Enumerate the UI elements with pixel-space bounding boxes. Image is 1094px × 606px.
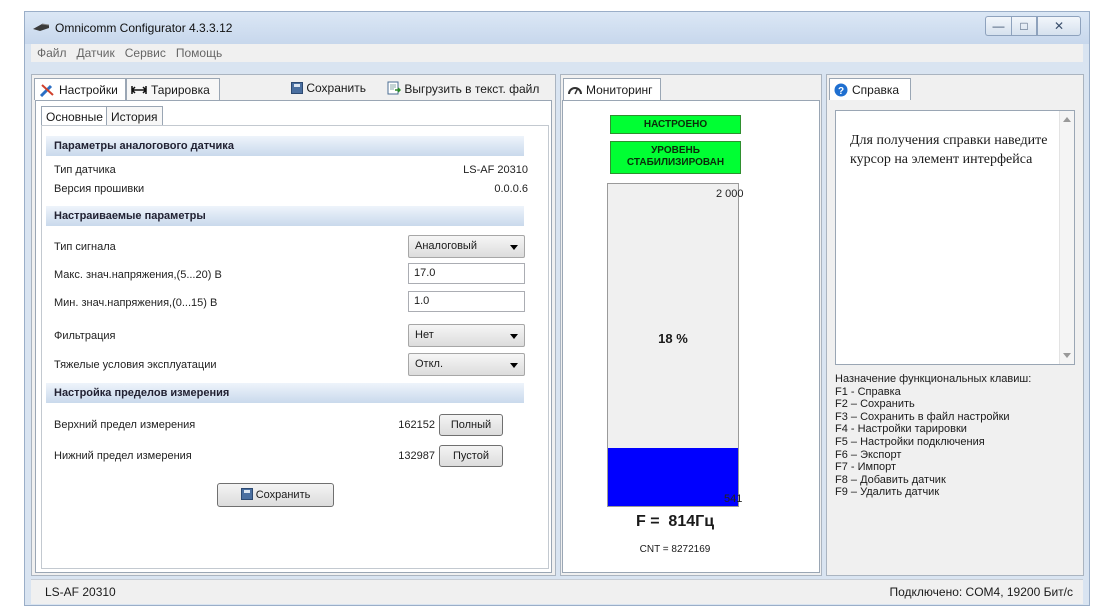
chevron-up-icon[interactable]	[1063, 117, 1071, 122]
signal-type-label: Тип сигнала	[54, 241, 116, 253]
min-voltage-label: Мин. знач.напряжения,(0...15) В	[54, 297, 218, 309]
settings-panel: Настройки Тарировка Сохранить Выгрузить …	[31, 74, 556, 576]
cnt-readout: CNT = 8272169	[639, 544, 711, 555]
tab-settings[interactable]: Настройки	[34, 78, 126, 100]
toolbar-export[interactable]: Выгрузить в текст. файл	[387, 81, 539, 96]
min-voltage-input[interactable]: 1.0	[408, 291, 525, 312]
full-button[interactable]: Полный	[439, 414, 503, 436]
filtration-select[interactable]: Нет	[408, 324, 525, 347]
signal-type-value: Аналоговый	[415, 240, 477, 252]
app-logo-icon	[33, 23, 50, 31]
sensor-type-label: Тип датчика	[54, 164, 116, 176]
title-bar[interactable]: Omnicomm Configurator 4.3.3.12 — □ ✕	[25, 12, 1089, 44]
tab-help[interactable]: ? Справка	[829, 78, 911, 100]
menu-bar: Файл Датчик Сервис Помощь	[31, 44, 1083, 62]
subtab-main[interactable]: Основные	[41, 106, 108, 126]
tab-calibration[interactable]: Тарировка	[126, 78, 220, 100]
upper-limit-label: Верхний предел измерения	[54, 419, 196, 431]
floppy-icon	[291, 82, 303, 94]
empty-button[interactable]: Пустой	[439, 445, 503, 467]
chevron-down-icon[interactable]	[1063, 353, 1071, 358]
save-button-label: Сохранить	[255, 489, 311, 501]
upper-limit-value: 162152	[398, 419, 435, 431]
heavy-conditions-value: Откл.	[415, 358, 444, 370]
lower-limit-label: Нижний предел измерения	[54, 450, 192, 462]
lower-limit-value: 132987	[398, 450, 435, 462]
key-f7: F7 - Импорт	[835, 461, 897, 474]
subtab-history[interactable]: История	[106, 106, 163, 126]
chevron-down-icon	[510, 363, 518, 368]
tab-help-label: Справка	[852, 82, 900, 97]
heavy-conditions-label: Тяжелые условия эксплуатации	[54, 359, 217, 371]
help-scrollbar[interactable]	[1059, 111, 1074, 364]
key-f9: F9 – Удалить датчик	[835, 486, 940, 499]
menu-help[interactable]: Помощь	[176, 44, 222, 62]
app-window: Omnicomm Configurator 4.3.3.12 — □ ✕ Фай…	[24, 11, 1090, 606]
floppy-icon	[240, 488, 253, 500]
tab-calibration-label: Тарировка	[151, 82, 210, 97]
key-f4: F4 - Настройки тарировки	[835, 423, 967, 436]
status-level-line2: СТАБИЛИЗИРОВАН	[626, 157, 725, 168]
status-level-line1: УРОВЕНЬ	[651, 145, 700, 156]
svg-text:?: ?	[838, 86, 844, 97]
key-f2: F2 – Сохранить	[835, 398, 915, 411]
toolbar-save-label: Сохранить	[306, 81, 366, 95]
key-f1: F1 - Справка	[835, 385, 901, 398]
level-gauge-fill	[608, 448, 738, 506]
status-bar: LS-AF 20310 Подключено: COM4, 19200 Бит/…	[31, 579, 1083, 604]
section-tunable-params: Настраиваемые параметры	[46, 206, 524, 226]
chevron-down-icon	[510, 334, 518, 339]
close-button[interactable]: ✕	[1037, 16, 1081, 36]
scale-min-label: 541	[724, 493, 743, 505]
help-text: Для получения справки наведите курсор на…	[850, 133, 1048, 167]
status-sensor: LS-AF 20310	[45, 585, 116, 599]
help-icon: ?	[834, 83, 848, 97]
minimize-button[interactable]: —	[985, 16, 1011, 36]
chevron-down-icon	[510, 245, 518, 250]
frequency-readout: F = 814Гц	[635, 513, 715, 530]
help-panel: ? Справка Для получения справки наведите…	[826, 74, 1084, 576]
tab-monitoring[interactable]: Мониторинг	[563, 78, 661, 100]
menu-sensor[interactable]: Датчик	[77, 44, 115, 62]
maximize-button[interactable]: □	[1011, 16, 1037, 36]
menu-service[interactable]: Сервис	[125, 44, 166, 62]
save-button[interactable]: Сохранить	[217, 483, 334, 507]
status-level-badge: УРОВЕНЬ СТАБИЛИЗИРОВАН	[610, 141, 741, 174]
status-connection: Подключено: COM4, 19200 Бит/с	[889, 585, 1073, 599]
filtration-label: Фильтрация	[54, 330, 116, 342]
toolbar-save[interactable]: Сохранить	[291, 81, 366, 95]
menu-file[interactable]: Файл	[37, 44, 67, 62]
gauge-icon	[568, 86, 582, 94]
sensor-type-value: LS-AF 20310	[463, 164, 528, 176]
level-percent: 18 %	[658, 331, 688, 346]
range-arrows-icon	[131, 85, 147, 94]
help-text-box: Для получения справки наведите курсор на…	[835, 110, 1075, 365]
status-tuned-badge: НАСТРОЕНО	[610, 115, 741, 134]
firmware-value: 0.0.0.6	[494, 183, 528, 195]
function-keys-title: Назначение функциональных клавиш:	[835, 373, 1032, 385]
signal-type-select[interactable]: Аналоговый	[408, 235, 525, 258]
window-title: Omnicomm Configurator 4.3.3.12	[55, 21, 233, 35]
key-f8: F8 – Добавить датчик	[835, 473, 946, 486]
key-f3: F3 – Сохранить в файл настройки	[835, 410, 1010, 423]
settings-content: Основные История Параметры аналогового д…	[35, 100, 552, 573]
toolbar-export-label: Выгрузить в текст. файл	[404, 82, 540, 96]
export-file-icon	[387, 81, 402, 95]
key-f5: F5 – Настройки подключения	[835, 435, 985, 448]
max-voltage-label: Макс. знач.напряжения,(5...20) В	[54, 269, 222, 281]
tab-monitoring-label: Мониторинг	[586, 82, 653, 97]
tools-icon	[39, 83, 54, 97]
section-measure-limits: Настройка пределов измерения	[46, 383, 524, 403]
filtration-value: Нет	[415, 329, 434, 341]
key-f6: F6 – Экспорт	[835, 448, 902, 461]
tab-settings-label: Настройки	[59, 82, 118, 97]
main-subtab-body: Параметры аналогового датчика Тип датчик…	[41, 125, 549, 569]
function-keys-block: Назначение функциональных клавиш: F1 - С…	[835, 373, 1031, 499]
scale-max-label: 2 000	[716, 188, 744, 200]
firmware-label: Версия прошивки	[54, 183, 145, 195]
max-voltage-input[interactable]: 17.0	[408, 263, 525, 284]
section-analog-params: Параметры аналогового датчика	[46, 136, 524, 156]
heavy-conditions-select[interactable]: Откл.	[408, 353, 525, 376]
